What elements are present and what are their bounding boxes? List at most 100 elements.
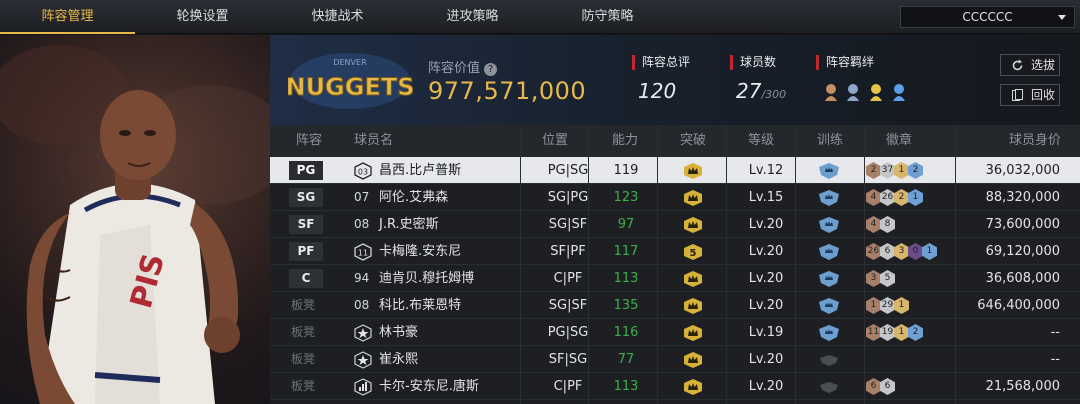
player-level: Lv.20 xyxy=(748,271,784,286)
crown-icon xyxy=(684,190,702,206)
player-name[interactable]: J.R.史密斯 xyxy=(379,211,439,238)
badge-icon[interactable]: 1 xyxy=(894,297,909,314)
player-portrait: PIS xyxy=(0,45,270,404)
player-ability: 117 xyxy=(613,244,639,259)
svg-text:5: 5 xyxy=(690,248,697,259)
player-market-value: 646,400,000 xyxy=(977,298,1060,313)
player-level: Lv.20 xyxy=(748,379,784,394)
table-row[interactable]: 板凳 崔永熙 SF|SG 77 Lv.20 -- xyxy=(270,346,1080,373)
badge-icon[interactable]: 26 xyxy=(866,243,881,260)
badge-icon[interactable]: 19 xyxy=(880,324,895,341)
badge-icon[interactable]: 2 xyxy=(894,189,909,206)
player-market-value: 73,600,000 xyxy=(985,217,1060,232)
badge-icon[interactable]: 2 xyxy=(866,162,881,179)
bond-icon-1 xyxy=(825,84,837,101)
player-name[interactable]: 迪肯贝.穆托姆博 xyxy=(379,265,474,292)
svg-text:DENVER: DENVER xyxy=(333,58,367,67)
training-shield-icon[interactable] xyxy=(819,163,839,179)
training-shield-icon[interactable] xyxy=(819,325,839,341)
lineup-bond-label: 阵容羁绊 xyxy=(816,55,874,70)
table-row[interactable]: 板凳 卡尔-安东尼.唐斯 C|PF 113 Lv.20 6 6 21,568,000 xyxy=(270,373,1080,400)
badge-icon[interactable]: 29 xyxy=(880,297,895,314)
badge-icon[interactable]: 3 xyxy=(894,243,909,260)
tab-lineup[interactable]: 阵容管理 xyxy=(0,0,135,34)
team-select-dropdown[interactable]: CCCCCC xyxy=(900,6,1075,28)
slot-bench: 板凳 xyxy=(291,325,316,339)
player-ability: 113 xyxy=(613,379,639,394)
badge-icon[interactable]: 1 xyxy=(894,324,909,341)
table-row[interactable]: PG 03 昌西.比卢普斯 PG|SG 119 Lv.12 2 37 1 2 36,032,000 xyxy=(270,157,1080,184)
table-row[interactable]: SF 08 J.R.史密斯 SG|SF 97 Lv.20 4 8 73,600,000 xyxy=(270,211,1080,238)
badge-icon[interactable]: 3 xyxy=(866,270,881,287)
col-ability: 能力 xyxy=(612,133,639,148)
player-name[interactable]: 卡梅隆.安东尼 xyxy=(379,238,461,265)
training-shield-icon[interactable] xyxy=(819,379,839,395)
bond-icons[interactable] xyxy=(823,81,918,103)
table-row[interactable]: PF 11 卡梅隆.安东尼 SF|PF 117 5 Lv.20 26 6 3 0 1 69,120,00… xyxy=(270,238,1080,265)
badge-icon[interactable]: 26 xyxy=(880,189,895,206)
badge-icon[interactable]: 1 xyxy=(866,297,881,314)
tab-defense-strategy[interactable]: 防守策略 xyxy=(540,0,675,34)
player-ability: 97 xyxy=(617,217,635,232)
player-name[interactable]: 昌西.比卢普斯 xyxy=(379,157,461,184)
tab-rotation[interactable]: 轮换设置 xyxy=(135,0,270,34)
training-shield-icon[interactable] xyxy=(819,217,839,233)
training-shield-icon[interactable] xyxy=(819,244,839,260)
player-name[interactable]: 阿伦.艾弗森 xyxy=(379,184,448,211)
roster-table: 阵容 球员名 位置 能力 突破 等级 训练 徽章 球员身价 PG 03 昌西.比卢普… xyxy=(270,125,1080,404)
badge-icon[interactable]: 6 xyxy=(880,243,895,260)
player-name[interactable]: 科比.布莱恩特 xyxy=(379,292,461,319)
badge-icon[interactable]: 11 xyxy=(866,324,881,341)
featured-player-image: PIS xyxy=(0,35,270,404)
badge-icon[interactable]: 2 xyxy=(908,162,923,179)
tab-quick-tactics[interactable]: 快捷战术 xyxy=(270,0,405,34)
lineup-value: 977,571,000 xyxy=(428,77,587,105)
badge-icon[interactable]: 0 xyxy=(908,243,923,260)
badge-icon[interactable]: 1 xyxy=(908,189,923,206)
player-position: PG|SG xyxy=(547,163,589,178)
table-row[interactable]: 板凳 08 科比.布莱恩特 SG|SF 135 Lv.20 1 29 1 646,400,000 xyxy=(270,292,1080,319)
badge-icon[interactable]: 1 xyxy=(894,162,909,179)
player-name[interactable]: 崔永熙 xyxy=(379,346,418,373)
badge-icon[interactable]: 6 xyxy=(880,378,895,395)
table-row[interactable]: 板凳 林书豪 PG|SG 116 Lv.19 11 19 1 2 -- xyxy=(270,319,1080,346)
badge-icon[interactable]: 37 xyxy=(880,162,895,179)
col-breakthrough: 突破 xyxy=(680,133,707,148)
select-button[interactable]: 选拔 xyxy=(1000,54,1060,76)
badge-icon[interactable]: 1 xyxy=(922,243,937,260)
table-header: 阵容 球员名 位置 能力 突破 等级 训练 徽章 球员身价 xyxy=(270,125,1080,157)
team-header: DENVER NUGGETS 阵容价值 ? 977,571,000 阵容总评 1… xyxy=(270,35,1080,125)
help-icon[interactable]: ? xyxy=(484,63,498,76)
svg-text:11: 11 xyxy=(358,249,368,258)
tab-offense-strategy[interactable]: 进攻策略 xyxy=(405,0,540,34)
badge-icon[interactable]: 4 xyxy=(866,216,881,233)
chevron-down-icon xyxy=(1058,15,1066,20)
jersey-number: 08 xyxy=(354,298,370,312)
player-count-label: 球员数 xyxy=(730,55,776,70)
jersey-number-ring-icon: 11 xyxy=(354,243,372,261)
player-level: Lv.15 xyxy=(748,190,784,205)
player-name[interactable]: 卡尔-安东尼.唐斯 xyxy=(379,373,479,400)
player-position: SF|PF xyxy=(550,244,586,259)
badge-icon[interactable]: 5 xyxy=(880,270,895,287)
table-row[interactable]: C 94 迪肯贝.穆托姆博 C|PF 113 Lv.20 3 5 36,608,000 xyxy=(270,265,1080,292)
training-shield-icon[interactable] xyxy=(819,352,839,368)
player-market-value: 36,032,000 xyxy=(985,163,1060,178)
badge-icon[interactable]: 2 xyxy=(908,324,923,341)
player-ability: 135 xyxy=(613,298,639,313)
training-shield-icon[interactable] xyxy=(819,190,839,206)
table-row[interactable]: SG 07 阿伦.艾弗森 SG|PG 123 Lv.15 4 26 2 1 88,320,000 xyxy=(270,184,1080,211)
recycle-button[interactable]: 回收 xyxy=(1000,84,1060,106)
player-market-value: -- xyxy=(1050,325,1060,340)
player-level: Lv.20 xyxy=(748,298,784,313)
player-ability: 113 xyxy=(613,271,639,286)
crown-icon xyxy=(684,379,702,395)
player-level: Lv.19 xyxy=(748,325,784,340)
badge-icon[interactable]: 6 xyxy=(866,378,881,395)
player-name[interactable]: 林书豪 xyxy=(379,319,418,346)
badge-icon[interactable]: 8 xyxy=(880,216,895,233)
training-shield-icon[interactable] xyxy=(819,298,839,314)
crown-icon xyxy=(684,298,702,314)
badge-icon[interactable]: 4 xyxy=(866,189,881,206)
training-shield-icon[interactable] xyxy=(819,271,839,287)
